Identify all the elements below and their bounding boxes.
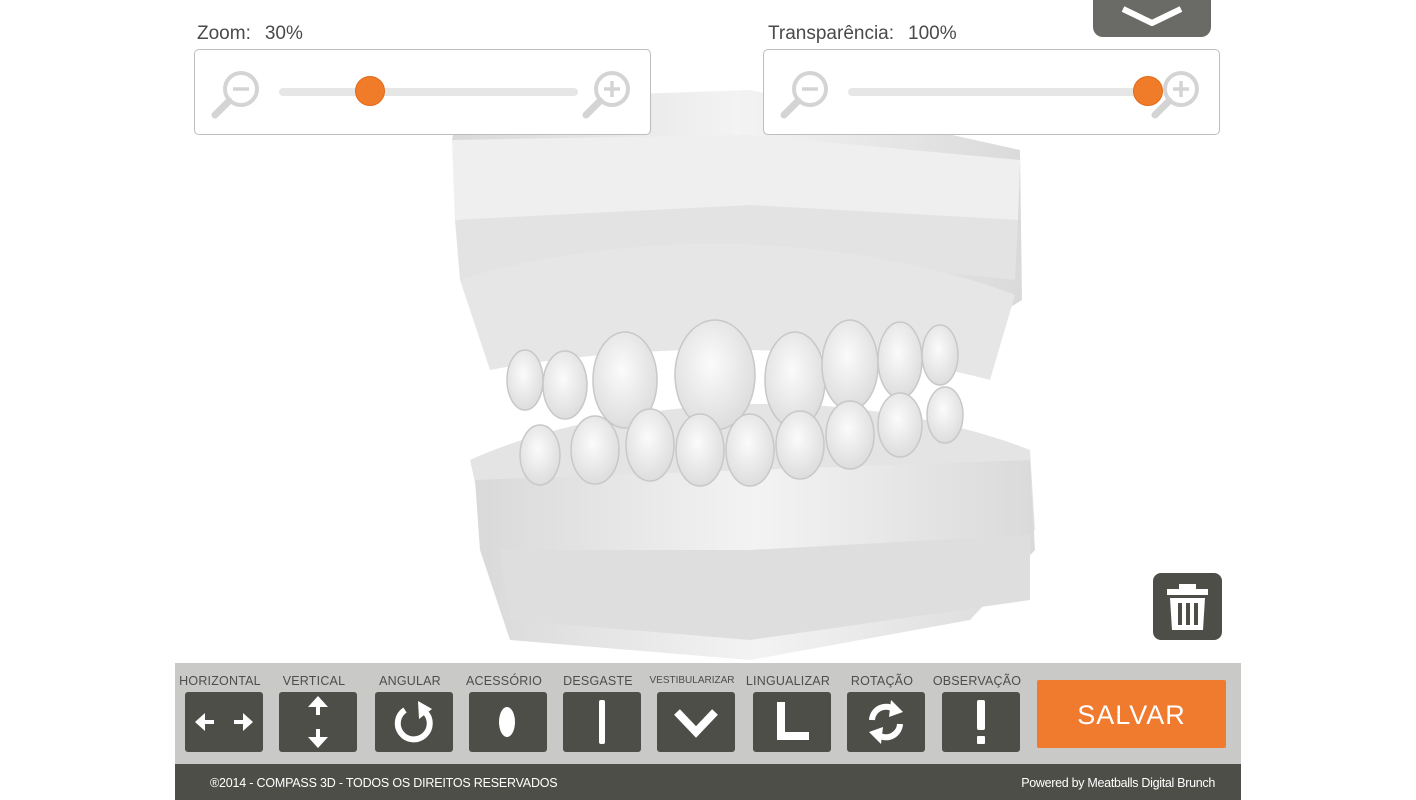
tool-vertical-button[interactable] bbox=[279, 692, 357, 752]
tool-vertical[interactable]: VERTICAL bbox=[269, 663, 359, 764]
transparency-decrease-icon[interactable] bbox=[778, 67, 832, 121]
delete-button[interactable] bbox=[1153, 573, 1222, 640]
tool-toolbar: HORIZONTAL VERTICAL ANGULAR ACESSÓRIO DE… bbox=[175, 663, 1241, 764]
zoom-in-icon[interactable] bbox=[580, 67, 634, 121]
tool-rotacao[interactable]: ROTAÇÃO bbox=[837, 663, 927, 764]
collapse-panel-button[interactable] bbox=[1093, 0, 1211, 37]
dental-model-3d-view[interactable] bbox=[430, 80, 1050, 670]
tool-observacao-button[interactable] bbox=[942, 692, 1020, 752]
tool-desgaste[interactable]: DESGASTE bbox=[553, 663, 643, 764]
tool-vestibularizar-button[interactable] bbox=[657, 692, 735, 752]
zoom-value: 30% bbox=[264, 23, 303, 44]
vertical-arrows-icon bbox=[308, 696, 328, 748]
tool-vestibularizar[interactable]: VESTIBULARIZAR bbox=[647, 663, 737, 764]
tool-acessorio[interactable]: ACESSÓRIO bbox=[459, 663, 549, 764]
vertical-bar-icon bbox=[599, 700, 605, 744]
tool-acessorio-button[interactable] bbox=[469, 692, 547, 752]
tool-observacao-label: OBSERVAÇÃO bbox=[932, 674, 1022, 688]
tool-lingualizar[interactable]: LINGUALIZAR bbox=[743, 663, 833, 764]
transparency-label-text: Transparência: bbox=[768, 23, 895, 44]
zoom-slider-panel bbox=[194, 49, 651, 135]
transparency-slider-track[interactable] bbox=[848, 88, 1147, 96]
transparency-label: Transparência: 100% bbox=[768, 23, 957, 45]
tool-observacao[interactable]: OBSERVAÇÃO bbox=[932, 663, 1022, 764]
footer-powered-by: Powered by Meatballs Digital Brunch bbox=[1021, 776, 1215, 790]
oval-icon bbox=[499, 707, 515, 737]
tool-lingualizar-button[interactable] bbox=[753, 692, 831, 752]
tool-vestibularizar-label: VESTIBULARIZAR bbox=[649, 675, 735, 686]
tool-rotacao-label: ROTAÇÃO bbox=[850, 674, 914, 688]
transparency-value: 100% bbox=[908, 23, 957, 44]
zoom-slider-track[interactable] bbox=[279, 88, 578, 96]
chevron-down-icon bbox=[1121, 6, 1183, 26]
zoom-out-icon[interactable] bbox=[209, 67, 263, 121]
zoom-slider-thumb[interactable] bbox=[355, 76, 385, 106]
trash-icon bbox=[1167, 584, 1208, 630]
tool-rotacao-button[interactable] bbox=[847, 692, 925, 752]
zoom-label-text: Zoom: bbox=[197, 23, 251, 44]
footer-copyright: ®2014 - COMPASS 3D - TODOS OS DIREITOS R… bbox=[210, 776, 558, 790]
horizontal-arrows-icon bbox=[195, 713, 253, 731]
exclamation-icon bbox=[977, 700, 985, 744]
tool-vertical-label: VERTICAL bbox=[282, 674, 346, 688]
tool-horizontal[interactable]: HORIZONTAL bbox=[175, 663, 265, 764]
tool-angular-button[interactable] bbox=[375, 692, 453, 752]
chevron-down-icon bbox=[674, 709, 718, 738]
transparency-slider-panel bbox=[763, 49, 1220, 135]
save-button[interactable]: SALVAR bbox=[1037, 680, 1226, 748]
zoom-label: Zoom: 30% bbox=[197, 23, 303, 45]
footer: ®2014 - COMPASS 3D - TODOS OS DIREITOS R… bbox=[175, 764, 1241, 800]
transparency-slider-thumb[interactable] bbox=[1133, 76, 1163, 106]
rotate-cw-icon bbox=[394, 701, 433, 743]
refresh-icon bbox=[869, 700, 903, 744]
tool-desgaste-button[interactable] bbox=[563, 692, 641, 752]
tool-horizontal-button[interactable] bbox=[185, 692, 263, 752]
tool-angular[interactable]: ANGULAR bbox=[365, 663, 455, 764]
l-shape-icon bbox=[777, 702, 809, 740]
